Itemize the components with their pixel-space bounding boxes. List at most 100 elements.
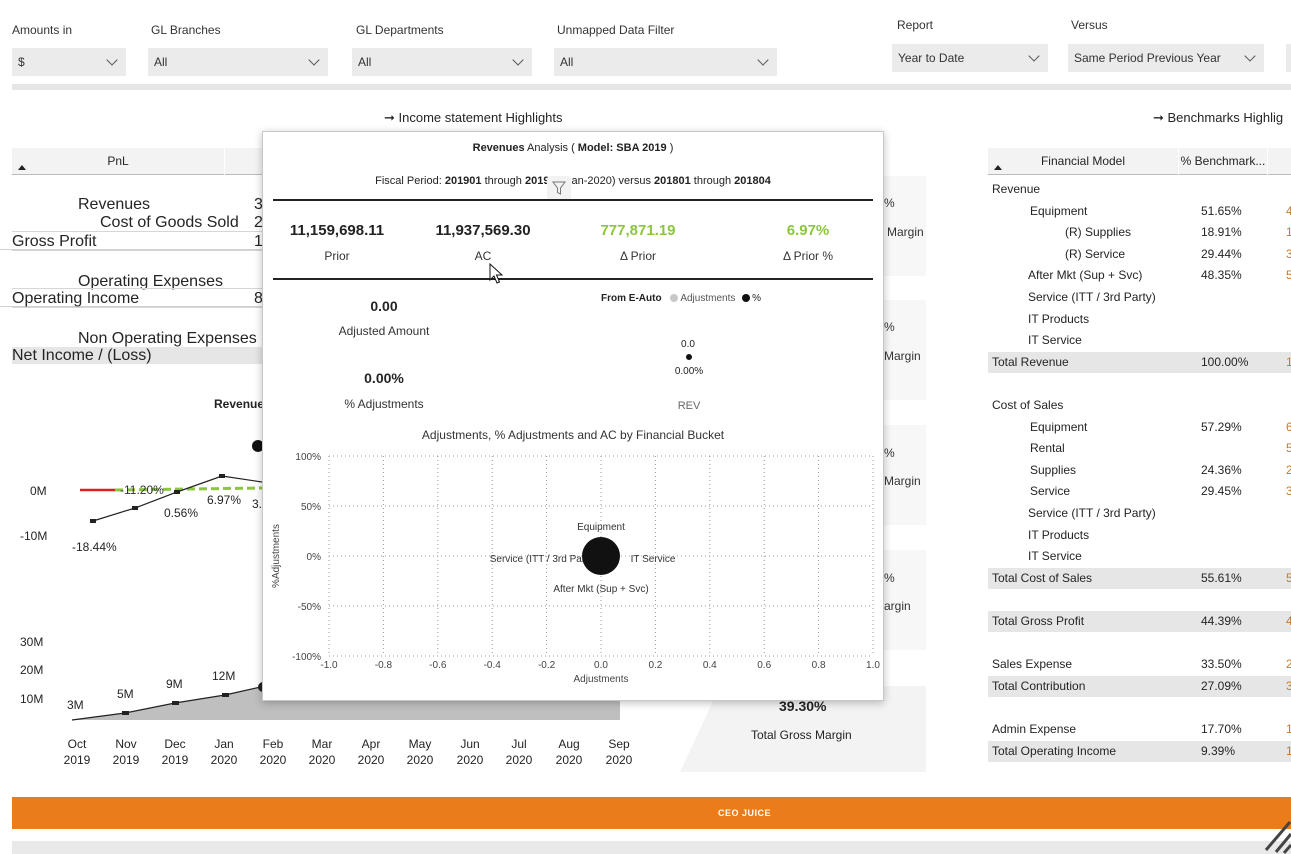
row-pct: 33.50% [1201, 657, 1242, 672]
chevron-down-icon [1244, 50, 1256, 62]
month-label: May [408, 737, 432, 751]
month-label: Feb [262, 737, 284, 751]
table-row[interactable]: Service 29.45% 3 [988, 481, 1291, 502]
card-pct: % [884, 196, 895, 210]
table-row[interactable]: Service (ITT / 3rd Party) [988, 287, 1291, 308]
month-label: Sep [608, 737, 630, 751]
table-row[interactable] [988, 373, 1291, 394]
table-row[interactable]: Revenue [988, 179, 1291, 200]
table-row[interactable]: Gross Profit 1 [0, 233, 263, 250]
divider [273, 199, 873, 201]
bench-header-pct[interactable]: % Benchmark... [1179, 148, 1267, 175]
unmapped-dropdown[interactable]: All [554, 48, 777, 76]
row-pct: 100.00% [1201, 354, 1249, 369]
filter-icon[interactable] [547, 176, 571, 200]
table-row[interactable]: Equipment 57.29% 6 [988, 417, 1291, 438]
point-marker [222, 693, 229, 697]
table-row[interactable]: (R) Supplies 18.91% 1 [988, 222, 1291, 243]
x-tick-label: -0.2 [538, 660, 556, 671]
row-total: 1 [1286, 225, 1291, 240]
table-row[interactable]: Non Operating Expenses [0, 330, 262, 347]
bench-header-t[interactable]: T [1268, 148, 1291, 175]
year-label: 2020 [605, 753, 633, 767]
pnl-header-label: PnL [107, 154, 129, 168]
table-row[interactable]: After Mkt (Sup + Svc) 48.35% 5 [988, 265, 1291, 286]
row-divider [12, 250, 262, 251]
month-label: Apr [361, 737, 381, 751]
legend-title: From E-Auto [601, 293, 662, 304]
mouse-cursor-icon [489, 263, 503, 284]
table-row[interactable]: IT Products [988, 309, 1291, 330]
table-row[interactable]: Cost of Sales [988, 395, 1291, 416]
row-label: After Mkt (Sup + Svc) [1028, 268, 1143, 283]
row-total: 2 [1286, 657, 1291, 672]
footer-bar: CEO JUICE [12, 797, 1291, 829]
row-pct: 57.29% [1201, 419, 1242, 434]
table-row[interactable]: (R) Service 29.44% 3 [988, 244, 1291, 265]
table-row[interactable]: IT Service [988, 546, 1291, 567]
table-row[interactable]: Total Contribution 27.09% 3 [988, 675, 1291, 697]
kpi-value: 777,871.19 [600, 222, 676, 239]
amounts-in-label: Amounts in [12, 23, 73, 37]
y-tick-label: -50% [298, 602, 321, 613]
report-dropdown[interactable]: Year to Date [892, 44, 1048, 72]
y-label: 0M [30, 484, 47, 498]
table-row[interactable] [988, 589, 1291, 610]
card-margin-label: Margin [884, 474, 921, 488]
pct-adjustments-value: 0.00% [364, 370, 404, 386]
table-row[interactable]: Operating Income 8 [0, 290, 263, 307]
table-row[interactable] [988, 633, 1291, 654]
revenues-analysis-popup[interactable]: Revenues Analysis ( Model: SBA 2019 ) Fi… [262, 131, 884, 701]
gl-branches-dropdown[interactable]: All [148, 48, 328, 76]
table-row[interactable]: Supplies 24.36% 2 [988, 460, 1291, 481]
month-label: Aug [558, 737, 580, 751]
table-row[interactable]: Service (ITT / 3rd Party) [988, 503, 1291, 524]
mini-value-top: 0.0 [681, 339, 695, 350]
y-tick-label: 100% [295, 452, 321, 463]
table-row[interactable]: Rental 5 [988, 438, 1291, 459]
extra-dropdown-edge[interactable] [1286, 44, 1291, 72]
versus-dropdown[interactable]: Same Period Previous Year [1068, 44, 1264, 72]
y-label: 20M [20, 663, 44, 677]
legend-swatch-grey [670, 294, 679, 302]
amounts-in-dropdown[interactable]: $ [12, 48, 126, 76]
table-row[interactable]: Total Cost of Sales 55.61% 5 [988, 567, 1291, 589]
year-label: 2020 [555, 753, 583, 767]
adjustments-scatter-chart[interactable]: -1.0 -0.8 -0.6 -0.4 -0.2 0.0 0.2 0.4 0.6 0.8 1.0 10… [263, 442, 883, 702]
year-label: 2020 [259, 753, 287, 767]
year-label: 2019 [63, 753, 91, 767]
table-row[interactable]: Total Gross Profit 44.39% 4 [988, 611, 1291, 632]
gl-departments-dropdown[interactable]: All [352, 48, 532, 76]
kpi-value: 11,159,698.11 [289, 222, 385, 239]
table-row[interactable]: Cost of Goods Sold 2 [0, 214, 263, 231]
table-row[interactable] [988, 697, 1291, 718]
divider [273, 278, 873, 280]
table-row[interactable]: Equipment 51.65% 4 [988, 201, 1291, 222]
table-row[interactable]: IT Products [988, 525, 1291, 546]
gross-margin-label: Total Gross Margin [751, 728, 852, 742]
row-label: Total Revenue [992, 354, 1069, 369]
table-row[interactable]: Revenues 3 [0, 196, 263, 213]
card-margin-label: Margin [884, 349, 921, 363]
pnl-header[interactable]: PnL [12, 148, 224, 175]
table-row[interactable]: Sales Expense 33.50% 2 [988, 654, 1291, 675]
bench-header-model[interactable]: Financial Model [988, 148, 1178, 175]
kpi-label: Δ Prior % [782, 249, 834, 263]
table-row[interactable]: Total Revenue 100.00% 1 [988, 351, 1291, 373]
resize-grip-icon[interactable] [1262, 810, 1291, 854]
x-tick-label: -0.8 [375, 660, 393, 671]
chevron-down-icon [106, 54, 118, 66]
table-row[interactable]: IT Service [988, 330, 1291, 351]
point-marker [219, 474, 225, 478]
row-pct: 29.45% [1201, 484, 1242, 499]
pnl-header-value[interactable] [225, 148, 262, 175]
amounts-in-value: $ [18, 55, 25, 69]
row-label: Rental [1030, 441, 1065, 456]
point-marker [122, 711, 129, 715]
point-marker [172, 701, 179, 705]
kpi-label: AC [474, 249, 492, 263]
y-label: -10M [20, 529, 48, 543]
table-row[interactable]: Net Income / (Loss) [12, 347, 262, 364]
table-row[interactable]: Total Operating Income 9.39% 1 [988, 740, 1291, 762]
table-row[interactable]: Admin Expense 17.70% 1 [988, 719, 1291, 740]
